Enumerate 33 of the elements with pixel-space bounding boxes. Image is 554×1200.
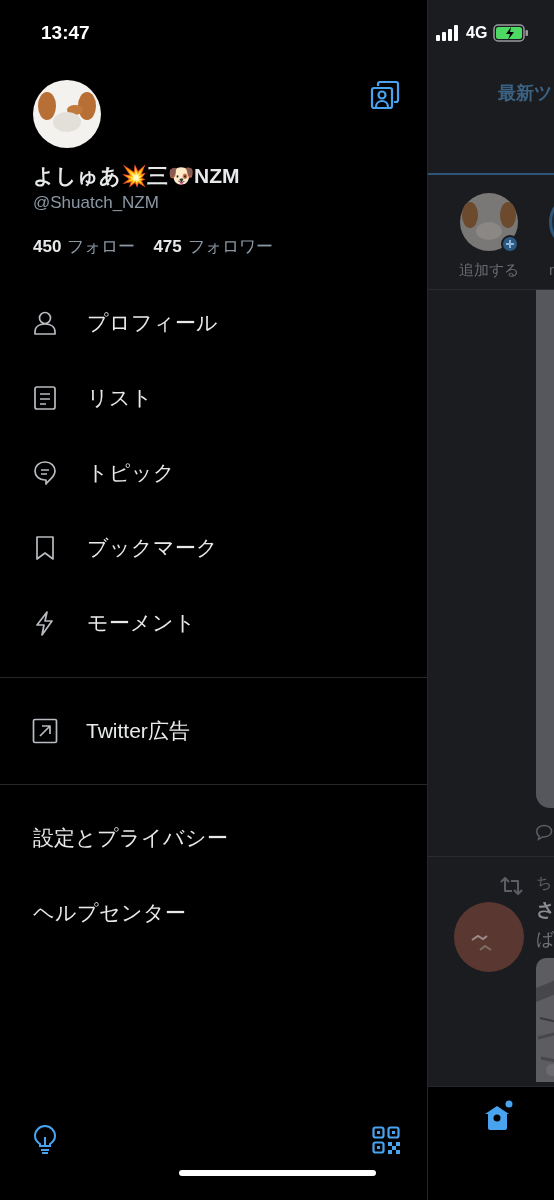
- add-badge-icon: [501, 235, 519, 253]
- menu-item[interactable]: プロフィール: [0, 285, 224, 360]
- following-link[interactable]: 450 フォロー: [33, 236, 136, 258]
- menu-link[interactable]: ヘルプセンター: [0, 875, 192, 950]
- fleet-label: 追加する: [459, 261, 519, 280]
- tweet-text: ば: [536, 928, 554, 951]
- status-time: 13:47: [41, 22, 90, 44]
- retweet-icon: [499, 875, 524, 896]
- person-icon: [32, 309, 58, 336]
- author-name: さ: [536, 898, 554, 922]
- signal-icon: [436, 25, 460, 41]
- menu-item[interactable]: リスト: [0, 360, 159, 435]
- list-icon: [32, 384, 58, 411]
- user-handle: @Shuatch_NZM: [33, 192, 159, 214]
- menu-item[interactable]: Twitter広告: [0, 678, 196, 784]
- switch-account-icon[interactable]: [370, 80, 400, 110]
- followers-link[interactable]: 475 フォロワー: [153, 236, 273, 258]
- menu-item[interactable]: トピック: [0, 435, 181, 510]
- reply-icon[interactable]: [536, 822, 554, 842]
- external-link-icon: [32, 718, 58, 744]
- retweeter-name: ち: [536, 873, 553, 893]
- network-type: 4G: [466, 24, 488, 42]
- home-icon[interactable]: [483, 1100, 513, 1132]
- qr-code-icon[interactable]: [372, 1126, 400, 1154]
- fleet-label: r: [549, 261, 554, 278]
- menu-link[interactable]: 設定とプライバシー: [0, 800, 234, 875]
- menu-item[interactable]: ブックマーク: [0, 510, 224, 585]
- display-name: よしゅあ💥三🐶NZM: [33, 163, 240, 189]
- speech-bubble-icon: [32, 459, 58, 486]
- avatar[interactable]: [33, 80, 101, 148]
- menu-item[interactable]: モーメント: [0, 585, 202, 660]
- lightbulb-icon[interactable]: [33, 1125, 57, 1155]
- battery-charging-icon: [493, 24, 530, 42]
